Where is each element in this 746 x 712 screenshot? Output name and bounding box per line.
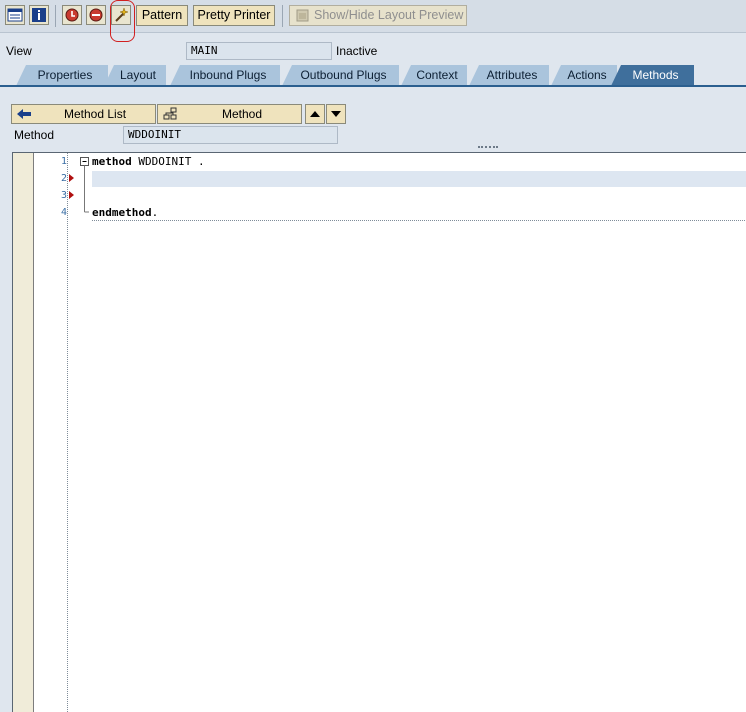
pretty-printer-button[interactable]: Pretty Printer: [193, 5, 275, 26]
view-name-field: MAIN: [186, 42, 332, 60]
block-end-divider: [92, 220, 746, 221]
triangle-up-icon: [310, 111, 320, 117]
splitter-grip[interactable]: [478, 146, 498, 151]
hierarchy-icon: [163, 107, 177, 120]
tab-attributes[interactable]: Attributes: [469, 65, 549, 86]
delete-icon[interactable]: [86, 5, 106, 25]
method-field-label: Method: [14, 128, 55, 142]
layout-preview-button[interactable]: Show/Hide Layout Preview: [289, 5, 467, 26]
previous-button[interactable]: [305, 104, 325, 124]
pattern-button[interactable]: Pattern: [136, 5, 188, 26]
line-number: 2: [60, 173, 67, 184]
line-number: 4: [60, 207, 67, 218]
method-list-label: Method List: [64, 107, 127, 121]
current-line-highlight: [92, 171, 746, 187]
breakpoint-marker-icon[interactable]: [69, 191, 74, 199]
next-button[interactable]: [326, 104, 346, 124]
layout-preview-icon: [296, 9, 309, 22]
activation-status: Inactive: [336, 44, 378, 58]
keyword-method: method: [92, 155, 132, 168]
highlight-annotation: [110, 0, 135, 42]
layout-preview-label: Show/Hide Layout Preview: [314, 8, 464, 22]
line-number: 1: [60, 156, 67, 167]
info-icon[interactable]: [29, 5, 49, 25]
toolbar-separator: [55, 5, 56, 27]
method-name-token: WDDOINIT .: [131, 155, 205, 168]
tab-outbound-plugs[interactable]: Outbound Plugs: [282, 65, 399, 86]
method-name-field: WDDOINIT: [123, 126, 338, 144]
abap-editor[interactable]: 1 2 3 4 method WDDOINIT . endmethod.: [12, 152, 746, 712]
editor-gutter-divider: [67, 153, 69, 712]
method-label: Method: [222, 107, 263, 121]
tab-layout[interactable]: Layout: [104, 65, 166, 86]
keyword-endmethod: endmethod: [92, 206, 152, 219]
tab-properties[interactable]: Properties: [16, 65, 108, 86]
view-label: View: [6, 44, 32, 58]
code-line-1: method WDDOINIT .: [92, 155, 205, 168]
breakpoint-marker-icon[interactable]: [69, 174, 74, 182]
triangle-down-icon: [331, 111, 341, 117]
tab-inbound-plugs[interactable]: Inbound Plugs: [170, 65, 280, 86]
tab-context[interactable]: Context: [401, 65, 467, 86]
tab-actions[interactable]: Actions: [551, 65, 617, 86]
display-object-list-icon[interactable]: [5, 5, 25, 25]
period-token: .: [151, 206, 159, 219]
code-line-4: endmethod.: [92, 206, 158, 219]
method-button[interactable]: Method: [157, 104, 302, 124]
application-toolbar: Pattern Pretty Printer Show/Hide Layout …: [0, 0, 746, 42]
tab-methods[interactable]: Methods: [611, 65, 694, 86]
line-number: 3: [60, 190, 67, 201]
collapse-block-icon[interactable]: [79, 156, 91, 220]
arrow-left-icon: [17, 109, 31, 119]
activate-icon[interactable]: [62, 5, 82, 25]
tab-strip: Properties Layout Inbound Plugs Outbound…: [0, 65, 746, 86]
method-list-button[interactable]: Method List: [11, 104, 156, 124]
editor-margin: [13, 153, 34, 712]
toolbar-separator: [282, 5, 283, 27]
